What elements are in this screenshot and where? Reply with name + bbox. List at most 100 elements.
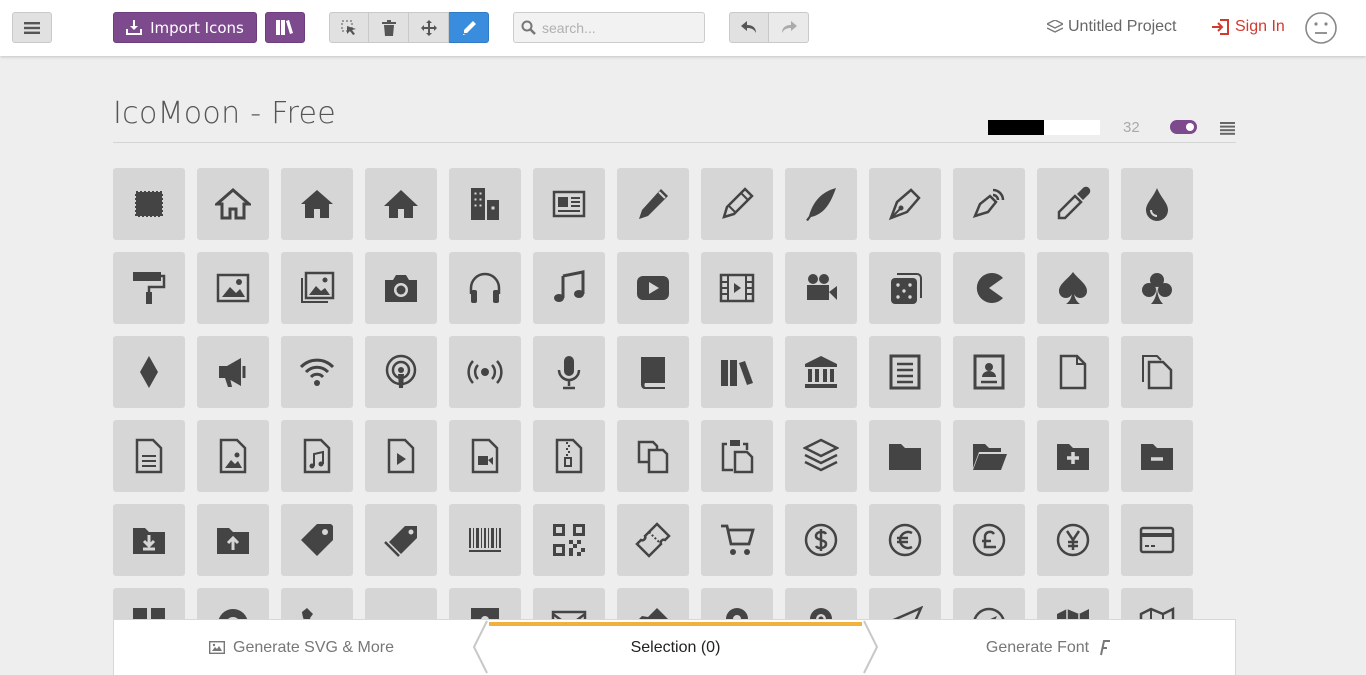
icon-tile[interactable] [1121,336,1193,408]
icon-tile[interactable] [617,504,689,576]
grid-size-value[interactable]: 32 [1123,119,1140,136]
icon-tile[interactable] [701,168,773,240]
set-toggle[interactable] [1170,120,1197,134]
camera-icon [385,275,417,302]
delete-tool-button[interactable] [369,12,409,43]
icon-tile[interactable] [197,504,269,576]
icon-tile[interactable] [449,504,521,576]
icon-tile[interactable] [1121,168,1193,240]
icon-tile[interactable] [869,168,941,240]
icon-tile[interactable] [197,252,269,324]
icon-tile[interactable] [113,168,185,240]
select-cursor-icon [341,20,356,35]
redo-button[interactable] [769,12,809,43]
chevron-right-icon[interactable] [862,620,880,674]
icon-tile[interactable] [533,504,605,576]
icon-tile[interactable] [281,252,353,324]
undo-button[interactable] [729,12,769,43]
main-menu-button[interactable] [12,12,52,43]
icon-tile[interactable] [953,168,1025,240]
chevron-left-icon[interactable] [471,620,489,674]
stamp-icon [135,191,163,217]
project-menu[interactable]: Untitled Project [1047,18,1177,36]
icon-tile[interactable] [365,504,437,576]
icon-tile[interactable] [281,168,353,240]
set-menu-button[interactable] [1220,120,1235,139]
icon-tile[interactable] [617,168,689,240]
icon-tile[interactable] [197,336,269,408]
icon-tile[interactable] [449,420,521,492]
icon-tile[interactable] [617,420,689,492]
icon-tile[interactable] [533,252,605,324]
icon-tile[interactable] [953,336,1025,408]
icon-tile[interactable] [1037,420,1109,492]
select-tool-button[interactable] [329,12,369,43]
icon-tile[interactable] [869,504,941,576]
icon-tile[interactable] [869,336,941,408]
move-tool-button[interactable] [409,12,449,43]
icon-tile[interactable] [533,168,605,240]
icon-tile[interactable] [113,504,185,576]
icon-tile[interactable] [953,504,1025,576]
video-camera-icon [807,274,837,300]
icon-tile[interactable] [197,420,269,492]
import-icons-label: Import Icons [150,18,244,37]
generate-font-button[interactable]: Generate Font [862,639,1235,657]
icon-tile[interactable] [113,336,185,408]
icon-tile[interactable] [785,420,857,492]
icon-tile[interactable] [281,336,353,408]
import-icons-button[interactable]: Import Icons [113,12,257,43]
color-swatch[interactable] [988,120,1100,135]
icon-tile[interactable] [113,420,185,492]
icon-tile[interactable] [113,252,185,324]
icon-tile[interactable] [533,336,605,408]
icon-tile[interactable] [701,420,773,492]
selection-tab[interactable]: Selection (0) [489,620,862,675]
icon-tile[interactable] [701,336,773,408]
icon-tile[interactable] [785,252,857,324]
edit-tools-group [329,12,489,43]
icon-tile[interactable] [1037,336,1109,408]
icon-tile[interactable] [1121,252,1193,324]
icon-tile[interactable] [953,252,1025,324]
icon-tile[interactable] [1121,420,1193,492]
file-video-icon [471,438,499,474]
icon-tile[interactable] [197,168,269,240]
search-box[interactable] [513,12,705,43]
icon-tile[interactable] [1037,504,1109,576]
edit-tool-button[interactable] [449,12,489,43]
price-tags-icon [384,526,417,557]
icon-tile[interactable] [869,252,941,324]
icon-tile[interactable] [1037,168,1109,240]
icon-tile[interactable] [365,252,437,324]
search-input[interactable] [542,19,692,36]
icon-tile[interactable] [449,336,521,408]
icon-tile[interactable] [617,336,689,408]
icon-tile[interactable] [701,252,773,324]
coin-euro-icon [888,523,922,557]
icon-tile[interactable] [365,420,437,492]
icon-tile[interactable] [281,504,353,576]
selection-indicator [489,622,862,626]
sign-in-link[interactable]: Sign In [1211,18,1285,36]
icon-tile[interactable] [785,336,857,408]
user-avatar[interactable] [1305,12,1337,44]
folder-open-icon [973,444,1007,470]
icon-tile[interactable] [785,168,857,240]
generate-svg-button[interactable]: Generate SVG & More [114,639,489,657]
icon-tile[interactable] [365,336,437,408]
library-button[interactable] [265,12,305,43]
icon-tile[interactable] [953,420,1025,492]
icon-tile[interactable] [533,420,605,492]
icon-tile[interactable] [869,420,941,492]
icon-tile[interactable] [785,504,857,576]
icon-tile[interactable] [365,168,437,240]
pacman-icon [976,273,1003,303]
icon-tile[interactable] [449,168,521,240]
icon-tile[interactable] [701,504,773,576]
icon-tile[interactable] [1121,504,1193,576]
icon-tile[interactable] [617,252,689,324]
icon-tile[interactable] [1037,252,1109,324]
icon-tile[interactable] [281,420,353,492]
icon-tile[interactable] [449,252,521,324]
